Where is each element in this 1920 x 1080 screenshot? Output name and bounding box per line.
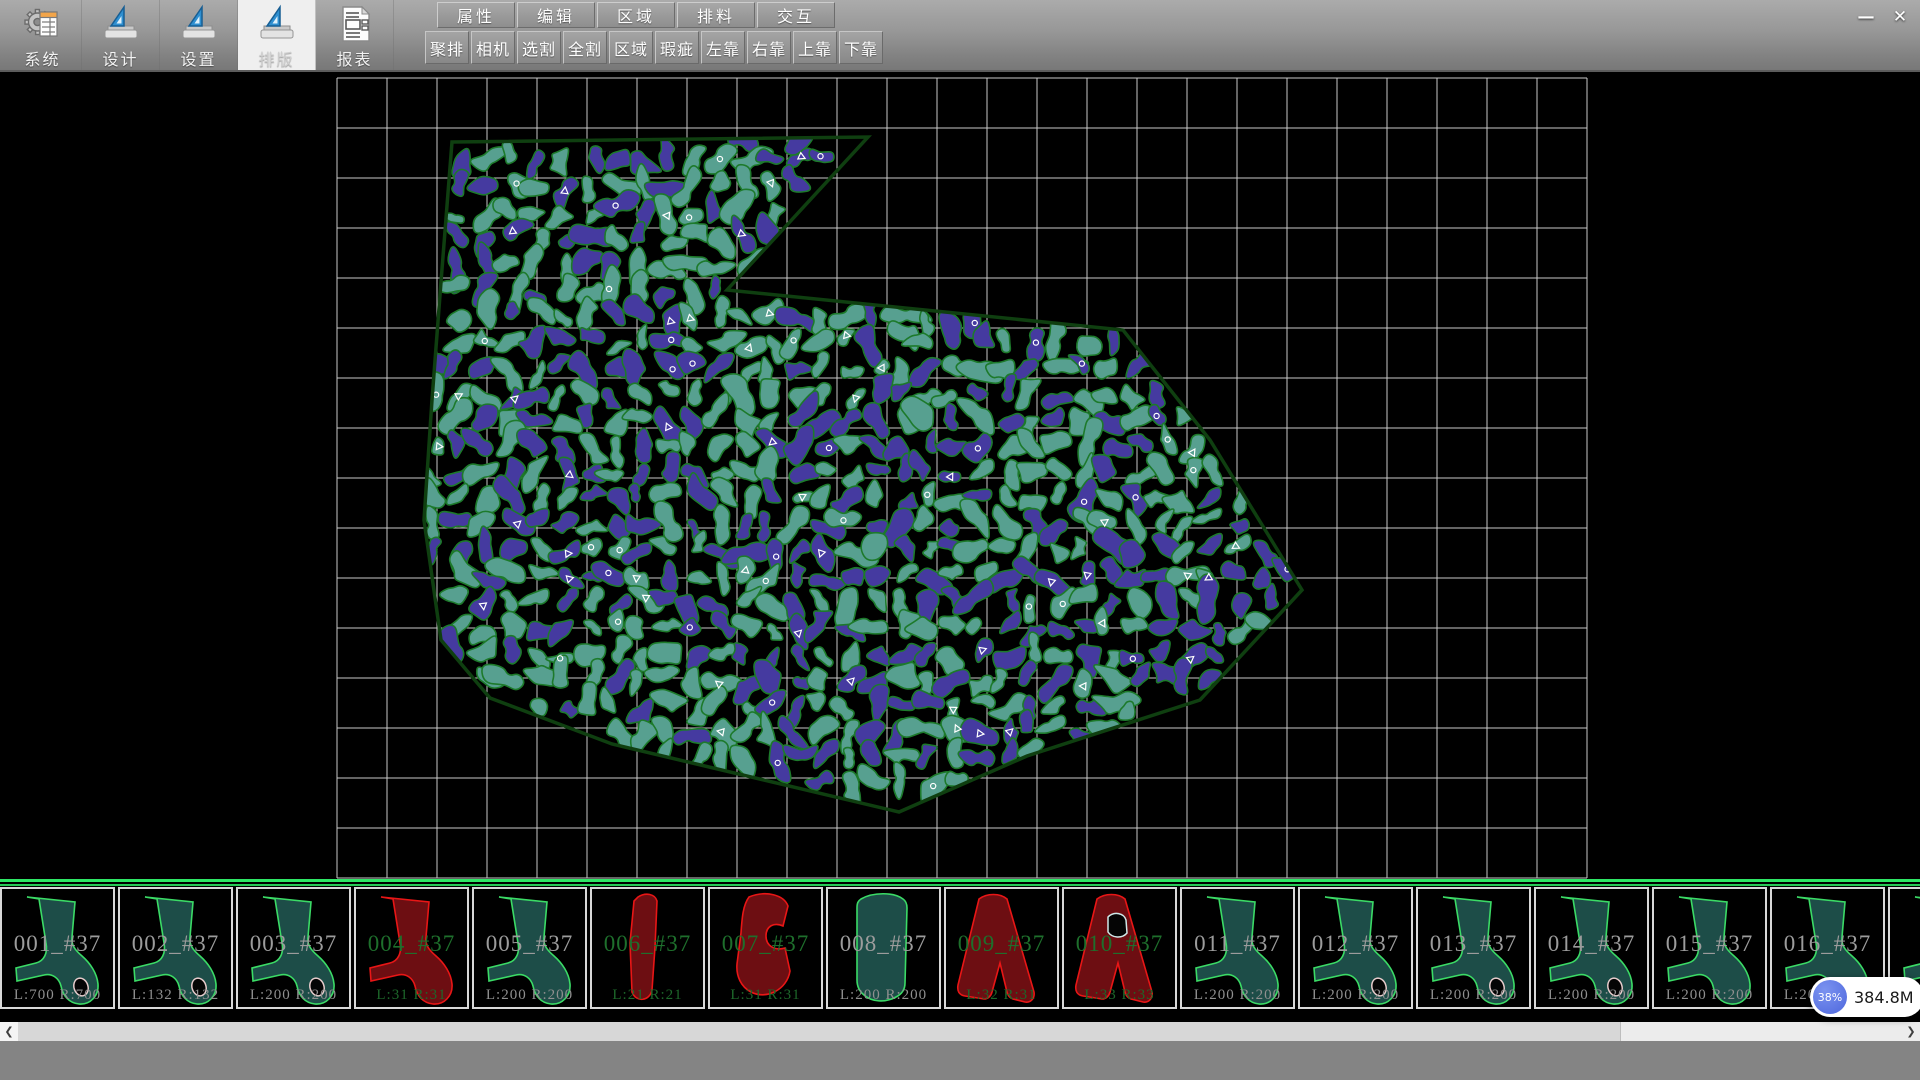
part-thumbnail-10[interactable]: 010_#37 L:33 R:33 bbox=[1062, 887, 1177, 1009]
main-button-bar: 系统 设计 设置 排版 bbox=[4, 0, 394, 70]
part-thumbnail-4[interactable]: 004_#37 L:31 R:31 bbox=[354, 887, 469, 1009]
tab-3[interactable]: 区域 bbox=[597, 2, 675, 28]
part-lr-count-label: L:33 R:33 bbox=[1064, 987, 1175, 1004]
top-toolbar: 系统 设计 设置 排版 bbox=[0, 0, 1920, 72]
report-doc-icon bbox=[335, 4, 375, 44]
part-id-label: 011_#37 bbox=[1182, 931, 1293, 957]
main-button-label: 系统 bbox=[24, 46, 60, 70]
nesting-canvas-drawing bbox=[0, 72, 1920, 879]
main-button-label: 设置 bbox=[180, 46, 216, 70]
part-lr-count-label: L:200 R:200 bbox=[1300, 987, 1411, 1004]
part-id-label: 006_#37 bbox=[592, 931, 703, 957]
part-id-label: 009_#37 bbox=[946, 931, 1057, 957]
part-thumbnail-7[interactable]: 007_#37 L:31 R:31 bbox=[708, 887, 823, 1009]
main-button-label: 报表 bbox=[336, 46, 372, 70]
strip-accent-line-2 bbox=[0, 884, 1920, 886]
system-gear-icon bbox=[23, 4, 63, 44]
part-id-label: 012_#37 bbox=[1300, 931, 1411, 957]
part-id-label: 014_#37 bbox=[1536, 931, 1647, 957]
part-lr-count-label: L:21 R:21 bbox=[592, 987, 703, 1004]
bottom-status-bar bbox=[0, 1041, 1920, 1080]
tab-4[interactable]: 排料 bbox=[677, 2, 755, 28]
parts-strip: 001_#37 L:700 R:700 002_#37 L:132 R:132 … bbox=[0, 879, 1920, 1013]
part-id-label: 003_#37 bbox=[238, 931, 349, 957]
part-lr-count-label: L:200 R:200 bbox=[828, 987, 939, 1004]
part-thumbnail-14[interactable]: 014_#37 L:200 R:200 bbox=[1534, 887, 1649, 1009]
part-lr-count-label: L:200 R:200 bbox=[238, 987, 349, 1004]
main-button-label: 设计 bbox=[102, 46, 138, 70]
part-thumbnail-list: 001_#37 L:700 R:700 002_#37 L:132 R:132 … bbox=[0, 887, 1920, 1013]
part-id-label: 0 bbox=[1890, 931, 1920, 957]
ribbon-button-7[interactable]: 左靠 bbox=[701, 31, 745, 64]
ribbon-button-6[interactable]: 瑕疵 bbox=[655, 31, 699, 64]
nesting-canvas[interactable] bbox=[0, 72, 1920, 879]
part-id-label: 013_#37 bbox=[1418, 931, 1529, 957]
part-lr-count-label: L:31 R:31 bbox=[356, 987, 467, 1004]
part-thumbnail-13[interactable]: 013_#37 L:200 R:200 bbox=[1416, 887, 1531, 1009]
ribbon-button-4[interactable]: 全割 bbox=[563, 31, 607, 64]
ribbon-button-10[interactable]: 下靠 bbox=[839, 31, 883, 64]
tab-5[interactable]: 交互 bbox=[757, 2, 835, 28]
part-thumbnail-2[interactable]: 002_#37 L:132 R:132 bbox=[118, 887, 233, 1009]
part-id-label: 008_#37 bbox=[828, 931, 939, 957]
main-button-1[interactable]: 系统 bbox=[4, 0, 82, 70]
part-lr-count-label: L:132 R:132 bbox=[120, 987, 231, 1004]
part-id-label: 010_#37 bbox=[1064, 931, 1175, 957]
main-button-label: 排版 bbox=[258, 46, 294, 70]
part-lr-count-label: L:200 R:200 bbox=[1536, 987, 1647, 1004]
tab-1[interactable]: 属性 bbox=[437, 2, 515, 28]
part-id-label: 004_#37 bbox=[356, 931, 467, 957]
part-lr-count-label: L:200 R:200 bbox=[474, 987, 585, 1004]
part-lr-count-label: L:200 R:200 bbox=[1418, 987, 1529, 1004]
window-controls: —✕ bbox=[1852, 5, 1914, 29]
part-thumbnail-5[interactable]: 005_#37 L:200 R:200 bbox=[472, 887, 587, 1009]
part-id-label: 007_#37 bbox=[710, 931, 821, 957]
design-ruler-icon bbox=[101, 4, 141, 44]
progress-percent-indicator: 38% bbox=[1813, 980, 1847, 1014]
scroll-left-arrow-icon[interactable]: ❮ bbox=[0, 1022, 19, 1041]
ribbon-tab-bar: 属性编辑区域排料交互 bbox=[437, 2, 837, 28]
memory-progress-badge: 38% 384.8M bbox=[1810, 977, 1920, 1017]
part-thumbnail-8[interactable]: 008_#37 L:200 R:200 bbox=[826, 887, 941, 1009]
part-thumbnail-15[interactable]: 015_#37 L:200 R:200 bbox=[1652, 887, 1767, 1009]
part-thumbnail-12[interactable]: 012_#37 L:200 R:200 bbox=[1298, 887, 1413, 1009]
ribbon-button-1[interactable]: 聚排 bbox=[425, 31, 469, 64]
part-lr-count-label: L:32 R:31 bbox=[946, 987, 1057, 1004]
part-lr-count-label: L:31 R:31 bbox=[710, 987, 821, 1004]
main-button-2[interactable]: 设计 bbox=[82, 0, 160, 70]
ribbon-button-bar: 聚排相机选割全割区域瑕疵左靠右靠上靠下靠 bbox=[425, 31, 885, 64]
part-id-label: 016_#37 bbox=[1772, 931, 1883, 957]
layout-ruler-icon bbox=[257, 4, 297, 44]
ribbon-button-9[interactable]: 上靠 bbox=[793, 31, 837, 64]
main-button-3[interactable]: 设置 bbox=[160, 0, 238, 70]
part-id-label: 015_#37 bbox=[1654, 931, 1765, 957]
ribbon-button-8[interactable]: 右靠 bbox=[747, 31, 791, 64]
part-thumbnail-11[interactable]: 011_#37 L:200 R:200 bbox=[1180, 887, 1295, 1009]
ribbon-button-5[interactable]: 区域 bbox=[609, 31, 653, 64]
settings-ruler-icon bbox=[179, 4, 219, 44]
part-thumbnail-9[interactable]: 009_#37 L:32 R:31 bbox=[944, 887, 1059, 1009]
memory-usage-label: 384.8M bbox=[1854, 988, 1914, 1007]
scroll-right-arrow-icon[interactable]: ❯ bbox=[1902, 1022, 1920, 1041]
main-button-5[interactable]: 报表 bbox=[316, 0, 394, 70]
part-thumbnail-6[interactable]: 006_#37 L:21 R:21 bbox=[590, 887, 705, 1009]
part-thumbnail-3[interactable]: 003_#37 L:200 R:200 bbox=[236, 887, 351, 1009]
tab-2[interactable]: 编辑 bbox=[517, 2, 595, 28]
horizontal-scrollbar[interactable]: ❮ ❯ bbox=[0, 1022, 1920, 1041]
part-id-label: 001_#37 bbox=[2, 931, 113, 957]
part-lr-count-label: L:200 R:200 bbox=[1654, 987, 1765, 1004]
part-lr-count-label: L:700 R:700 bbox=[2, 987, 113, 1004]
part-id-label: 005_#37 bbox=[474, 931, 585, 957]
ribbon-button-3[interactable]: 选割 bbox=[517, 31, 561, 64]
part-id-label: 002_#37 bbox=[120, 931, 231, 957]
part-thumbnail-1[interactable]: 001_#37 L:700 R:700 bbox=[0, 887, 115, 1009]
ribbon-button-2[interactable]: 相机 bbox=[471, 31, 515, 64]
part-lr-count-label: L:200 R:200 bbox=[1182, 987, 1293, 1004]
scrollbar-thumb[interactable] bbox=[18, 1022, 1621, 1041]
minimize-button[interactable]: — bbox=[1852, 5, 1880, 29]
close-button[interactable]: ✕ bbox=[1886, 5, 1914, 29]
main-button-4[interactable]: 排版 bbox=[238, 0, 316, 70]
